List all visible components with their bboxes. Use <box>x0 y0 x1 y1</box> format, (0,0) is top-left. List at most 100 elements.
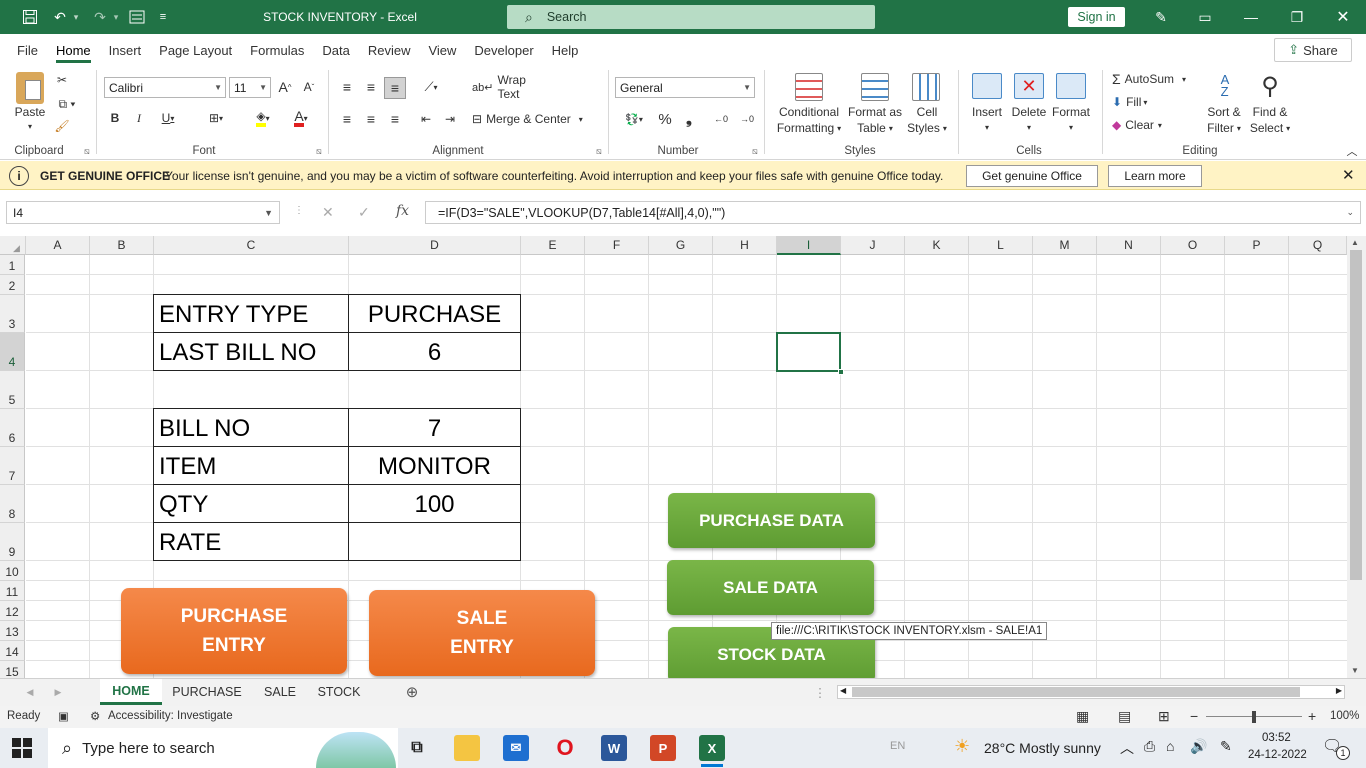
pen-workspace-icon[interactable]: ✎ <box>1220 738 1232 755</box>
scroll-up-icon[interactable]: ▲ <box>1351 238 1359 247</box>
percent-icon[interactable]: % <box>656 110 674 128</box>
clock-time[interactable]: 03:52 <box>1262 732 1291 744</box>
col-header-i[interactable]: I <box>777 236 841 255</box>
row-header-12[interactable]: 12 <box>0 601 25 621</box>
decrease-font-icon[interactable]: Aˇ <box>300 78 318 96</box>
cell-d4[interactable]: 6 <box>348 332 521 371</box>
find-select-icon[interactable]: ⚲ <box>1256 71 1284 101</box>
cell-styles-label-2[interactable]: Styles ▾ <box>902 120 952 136</box>
font-launcher-icon[interactable]: ⧅ <box>316 146 322 157</box>
align-center-icon[interactable]: ≡ <box>362 110 380 128</box>
select-all-corner[interactable]: ◢ <box>0 236 26 255</box>
windows-start-icon[interactable] <box>12 738 32 758</box>
row-header-9[interactable]: 9 <box>0 523 25 561</box>
row-header-2[interactable]: 2 <box>0 275 25 295</box>
cell-d3[interactable]: PURCHASE <box>348 294 521 333</box>
sheet-tab-stock[interactable]: STOCK <box>310 679 368 705</box>
close-banner-icon[interactable]: ✕ <box>1342 166 1355 184</box>
zoom-level[interactable]: 100% <box>1330 710 1359 722</box>
language-indicator[interactable]: EN <box>890 740 905 752</box>
cell-d8[interactable]: 100 <box>348 484 521 523</box>
next-sheet-icon[interactable]: ▶ <box>48 679 68 705</box>
learn-more-button[interactable]: Learn more <box>1108 165 1202 187</box>
tab-review[interactable]: Review <box>359 34 420 66</box>
formula-input[interactable]: =IF(D3="SALE",VLOOKUP(D7,Table14[#All],4… <box>425 201 1361 224</box>
task-view-icon[interactable]: ⧉ <box>404 735 430 761</box>
tab-insert[interactable]: Insert <box>100 34 151 66</box>
minimize-icon[interactable]: — <box>1236 0 1266 34</box>
expand-formula-icon[interactable]: ⌄ <box>1346 207 1354 218</box>
customize-qat-icon[interactable]: ≡ <box>152 0 174 34</box>
col-header-e[interactable]: E <box>521 236 585 255</box>
wrap-text-button[interactable]: ab↵ Wrap Text <box>472 73 548 101</box>
sort-filter-icon[interactable]: AZ <box>1210 72 1240 100</box>
increase-indent-icon[interactable]: ⇥ <box>440 110 460 128</box>
bold-icon[interactable]: B <box>106 109 124 127</box>
font-size-select[interactable]: 11 ▼ <box>229 77 271 98</box>
active-cell-selection[interactable] <box>776 332 841 372</box>
collapse-ribbon-icon[interactable]: ︿ <box>1344 144 1360 158</box>
tab-data[interactable]: Data <box>313 34 358 66</box>
increase-decimal-icon[interactable]: ←0 <box>710 110 732 128</box>
scroll-right-icon[interactable]: ▶ <box>1336 686 1342 695</box>
paste-icon[interactable] <box>16 72 44 104</box>
splitter-handle[interactable]: ⋮ <box>814 679 827 705</box>
opera-icon[interactable]: O <box>552 735 578 761</box>
orientation-icon[interactable]: ⟋ ▾ <box>416 78 446 96</box>
row-header-4[interactable]: 4 <box>0 333 25 371</box>
volume-icon[interactable]: 🔊 <box>1190 738 1207 755</box>
tab-home[interactable]: Home <box>47 34 100 66</box>
italic-icon[interactable]: I <box>130 109 148 127</box>
col-header-q[interactable]: Q <box>1289 236 1347 255</box>
find-select-label[interactable]: Find & <box>1246 104 1294 120</box>
weather-text[interactable]: 28°C Mostly sunny <box>984 740 1101 756</box>
pen-icon[interactable]: ✎ <box>1146 0 1176 34</box>
autosum-button[interactable]: Σ AutoSum ▾ <box>1112 70 1202 88</box>
prev-sheet-icon[interactable]: ◀ <box>20 679 40 705</box>
sort-filter-label[interactable]: Sort & <box>1200 104 1248 120</box>
mail-icon[interactable]: ✉ <box>503 735 529 761</box>
sheet-tab-sale[interactable]: SALE <box>254 679 306 705</box>
clock-date[interactable]: 24-12-2022 <box>1248 749 1307 761</box>
cell-d9[interactable] <box>348 522 521 561</box>
cancel-icon[interactable]: ✕ <box>322 204 334 221</box>
row-header-13[interactable]: 13 <box>0 621 25 641</box>
excel-icon[interactable]: X <box>699 735 725 767</box>
font-color-icon[interactable]: A ▾ <box>284 109 318 127</box>
conditional-formatting-icon[interactable] <box>795 73 823 101</box>
row-header-15[interactable]: 15 <box>0 661 25 678</box>
col-header-m[interactable]: M <box>1033 236 1097 255</box>
name-box[interactable]: I4 ▼ <box>6 201 280 224</box>
format-cells-icon[interactable] <box>1056 73 1086 99</box>
scroll-thumb[interactable] <box>1350 250 1362 580</box>
number-format-select[interactable]: General ▼ <box>615 77 755 98</box>
chevron-up-icon[interactable]: ︿ <box>1120 738 1134 758</box>
cell-styles-label[interactable]: Cell <box>902 104 952 120</box>
vertical-scrollbar[interactable]: ▲ ▼ <box>1347 236 1366 678</box>
col-header-n[interactable]: N <box>1097 236 1161 255</box>
delete-cells-button[interactable]: Delete <box>1008 104 1050 120</box>
ribbon-display-icon[interactable]: ▭ <box>1190 0 1220 34</box>
format-as-table-label[interactable]: Format as <box>846 104 904 120</box>
macro-record-icon[interactable]: ▣ <box>58 709 69 723</box>
alignment-launcher-icon[interactable]: ⧅ <box>596 146 602 157</box>
cell-c4[interactable]: LAST BILL NO <box>153 332 349 371</box>
cell-c3[interactable]: ENTRY TYPE <box>153 294 349 333</box>
zoom-in-icon[interactable]: + <box>1308 708 1316 724</box>
cell-c9[interactable]: RATE <box>153 522 349 561</box>
scroll-left-icon[interactable]: ◀ <box>840 686 846 695</box>
row-header-7[interactable]: 7 <box>0 447 25 485</box>
row-header-1[interactable]: 1 <box>0 255 25 275</box>
borders-icon[interactable]: ⊞ ▾ <box>198 109 234 127</box>
format-dropdown-icon[interactable]: ▾ <box>1062 120 1080 134</box>
find-select-label-2[interactable]: Select ▾ <box>1246 120 1294 136</box>
merge-center-button[interactable]: ⊟ Merge & Center ▾ <box>472 110 596 128</box>
cell-d7[interactable]: MONITOR <box>348 446 521 485</box>
col-header-g[interactable]: G <box>649 236 713 255</box>
undo-dropdown-icon[interactable]: ▾ <box>70 0 82 34</box>
row-header-11[interactable]: 11 <box>0 581 25 601</box>
number-launcher-icon[interactable]: ⧅ <box>752 146 758 157</box>
file-explorer-icon[interactable] <box>454 735 480 761</box>
tab-help[interactable]: Help <box>543 34 588 66</box>
purchase-data-button[interactable]: PURCHASE DATA <box>668 493 875 548</box>
